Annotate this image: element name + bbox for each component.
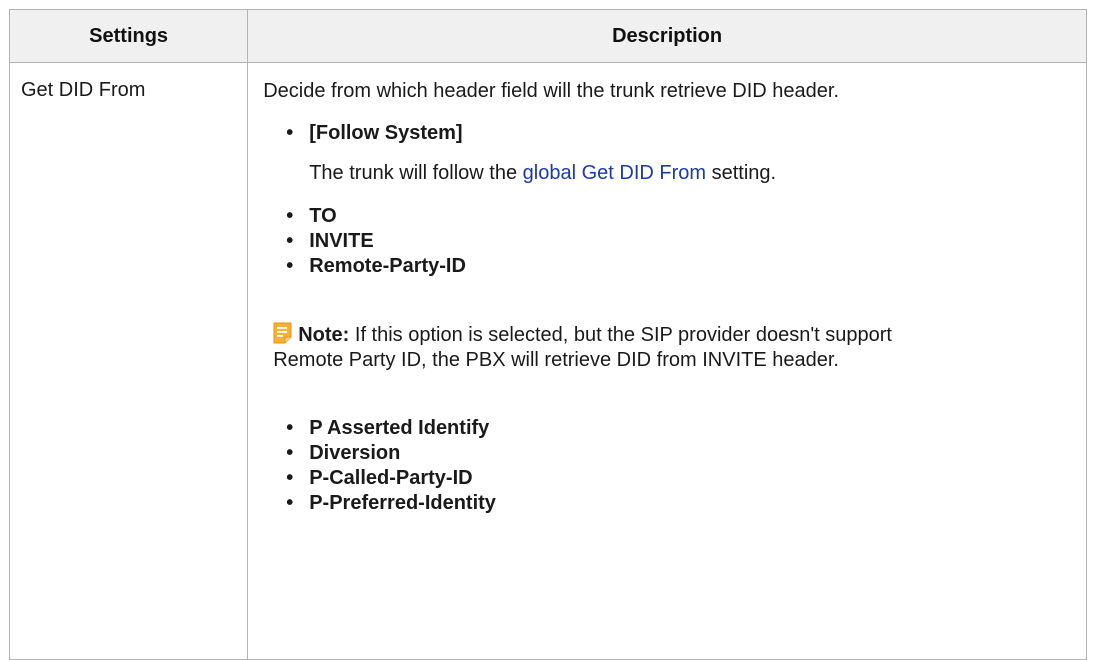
global-get-did-from-link[interactable]: global Get DID From	[523, 162, 706, 184]
list-item: TO	[286, 204, 1072, 229]
header-description: Description	[247, 9, 1087, 63]
list-item: P Asserted Identify	[286, 416, 1072, 441]
list-item-follow-system: [Follow System] The trunk will follow th…	[286, 121, 1072, 186]
list-item: INVITE	[286, 229, 1072, 254]
note-label: Note:	[298, 324, 350, 346]
table-header-row: Settings Description	[8, 9, 1087, 63]
setting-name: Get DID From	[21, 79, 146, 101]
header-settings: Settings	[8, 9, 249, 63]
follow-system-text-before: The trunk will follow the	[309, 162, 523, 184]
description-cell: Decide from which header field will the …	[247, 62, 1087, 660]
option-label: [Follow System]	[309, 122, 463, 144]
follow-system-description: The trunk will follow the global Get DID…	[309, 161, 1072, 186]
settings-table: Settings Description Get DID From Decide…	[8, 9, 1087, 660]
list-item: P-Called-Party-ID	[286, 466, 1072, 491]
options-list-secondary: P Asserted Identify Diversion P-Called-P…	[263, 416, 1072, 516]
list-item: P-Preferred-Identity	[286, 491, 1072, 516]
table-row: Get DID From Decide from which header fi…	[8, 62, 1087, 660]
follow-system-text-after: setting.	[706, 162, 777, 184]
note-text: If this option is selected, but the SIP …	[273, 324, 892, 371]
description-intro: Decide from which header field will the …	[263, 80, 840, 102]
options-list-primary: [Follow System] The trunk will follow th…	[263, 121, 1072, 279]
note-callout: Note: If this option is selected, but th…	[263, 322, 923, 373]
setting-name-cell: Get DID From	[8, 62, 249, 660]
list-item: Diversion	[286, 441, 1072, 466]
list-item: Remote-Party-ID	[286, 254, 1072, 279]
note-icon	[273, 322, 292, 344]
